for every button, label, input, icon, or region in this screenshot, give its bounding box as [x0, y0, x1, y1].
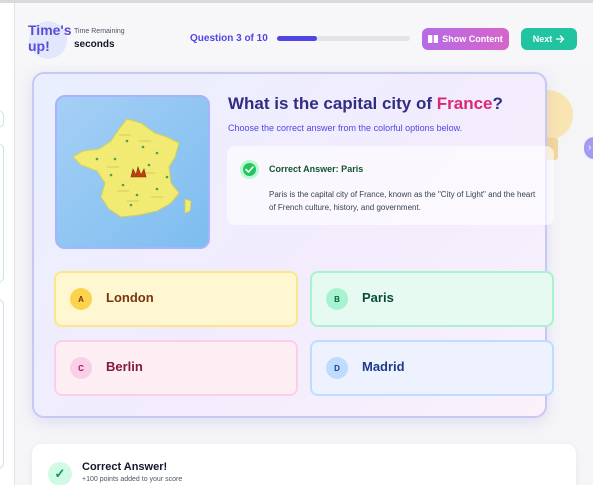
progress-bar-fill — [277, 36, 317, 41]
correct-answer-explanation: Paris is the capital city of France, kno… — [269, 190, 536, 212]
question-title-prefix: What is the capital city of — [228, 94, 437, 113]
question-subtitle: Choose the correct answer from the color… — [228, 123, 463, 133]
feedback-panel: ✓ Correct Answer! +100 points added to y… — [32, 444, 576, 485]
book-icon — [428, 35, 439, 43]
next-button[interactable]: Next — [521, 28, 577, 50]
show-content-button[interactable]: Show Content — [422, 28, 509, 50]
show-content-label: Show Content — [442, 34, 503, 44]
option-b-button[interactable]: B Paris — [310, 271, 554, 327]
correct-answer-title: Correct Answer: Paris — [269, 164, 364, 174]
timer-value: seconds — [74, 39, 115, 50]
timer-title: Time's up! — [28, 22, 72, 54]
option-d-button[interactable]: D Madrid — [310, 340, 554, 396]
option-letter-badge: C — [70, 357, 92, 379]
check-icon: ✓ — [48, 462, 72, 485]
left-panel-fragment — [0, 143, 4, 283]
france-map-icon — [72, 118, 192, 218]
question-counter: Question 3 of 10 — [190, 33, 268, 44]
option-label: Paris — [362, 290, 394, 305]
option-letter-badge: B — [326, 288, 348, 310]
left-panel-fragment — [0, 110, 4, 128]
question-title: What is the capital city of France? — [228, 94, 503, 114]
option-c-button[interactable]: C Berlin — [54, 340, 298, 396]
left-panel-edge — [0, 3, 15, 485]
feedback-subtitle: +100 points added to your score — [82, 476, 183, 483]
option-label: Berlin — [106, 359, 143, 374]
france-map — [55, 95, 210, 249]
question-title-highlight: France — [436, 94, 493, 113]
feedback-title: Correct Answer! — [82, 461, 168, 473]
side-toggle-button[interactable]: › — [584, 137, 593, 159]
progress-bar — [277, 36, 410, 41]
option-letter-badge: A — [70, 288, 92, 310]
question-title-suffix: ? — [492, 94, 503, 113]
option-a-button[interactable]: A London — [54, 271, 298, 327]
option-label: London — [106, 290, 154, 305]
next-label: Next — [532, 34, 553, 44]
correct-answer-panel: Correct Answer: Paris Paris is the capit… — [227, 146, 554, 225]
option-letter-badge: D — [326, 357, 348, 379]
left-panel-fragment — [0, 299, 4, 469]
quiz-header: Time's up! Time Remaining seconds Questi… — [15, 3, 593, 65]
option-label: Madrid — [362, 359, 405, 374]
arrow-right-icon — [556, 35, 565, 43]
timer-label: Time Remaining — [74, 28, 125, 35]
check-circle-icon — [240, 160, 259, 179]
